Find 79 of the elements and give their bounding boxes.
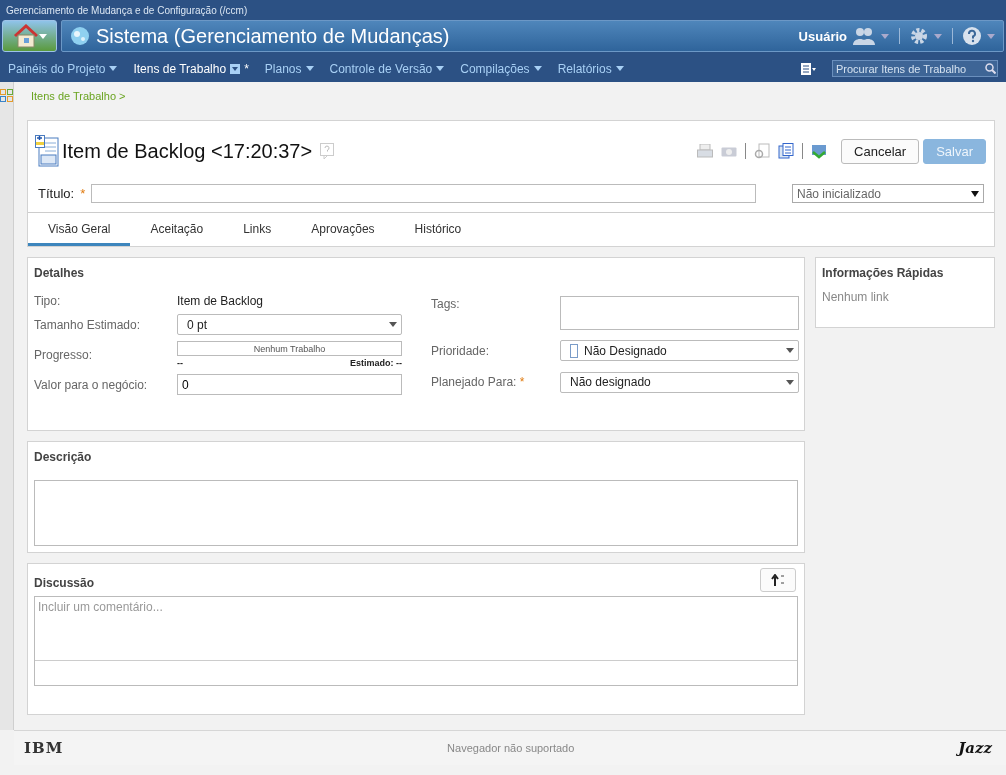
grid-icon[interactable] (0, 89, 13, 102)
panel-heading: Informações Rápidas (822, 266, 945, 280)
caret-icon (533, 66, 542, 71)
list-icon[interactable] (800, 62, 816, 75)
search-field[interactable]: Procurar Itens de Trabalho (832, 60, 998, 77)
priority-dropdown[interactable]: Não Designado (560, 340, 799, 362)
work-item-title: Item de Backlog <17:20:37> (62, 139, 313, 163)
quick-info-text: Nenhum link (822, 290, 890, 304)
field-label: Planejado Para: (431, 375, 517, 390)
progress-note: -- (177, 358, 183, 368)
sort-button[interactable] (760, 568, 796, 592)
camera-icon[interactable] (721, 145, 738, 157)
caret-icon (109, 66, 118, 71)
document-search-icon[interactable] (754, 143, 771, 159)
field-label: Tags: (431, 297, 461, 311)
caret-icon (436, 66, 445, 71)
company-logo: IBM (24, 739, 64, 757)
panel-heading: Descrição (34, 450, 93, 464)
sort-icon (771, 574, 785, 586)
globe-icon (70, 26, 90, 46)
documents-icon[interactable] (778, 143, 795, 159)
caret-icon (881, 33, 889, 39)
nav-menu[interactable]: Planos (264, 61, 314, 76)
nav-menu[interactable]: Compilações (460, 61, 542, 76)
field-label: Prioridade: (431, 344, 491, 358)
required-mark: * (519, 375, 525, 390)
window-title: Gerenciamento de Mudança e de Configuração (/ccm) (6, 4, 248, 16)
search-icon (985, 63, 996, 74)
state-dropdown[interactable]: Não inicializado (792, 184, 984, 203)
printer-icon[interactable] (697, 144, 714, 158)
tab[interactable]: Links (223, 213, 292, 246)
footer-message: Navegador não suportado (447, 742, 575, 754)
comment-field[interactable]: Incluir um comentário... (34, 596, 798, 686)
nav-menu[interactable]: Itens de Trabalho * (133, 61, 249, 76)
dropdown-icon (230, 63, 241, 74)
select-dropdown[interactable]: Não designado (560, 371, 799, 393)
select-dropdown[interactable]: 0 pt (177, 314, 402, 335)
caret-icon (38, 33, 47, 39)
panel-heading: Discussão (34, 576, 95, 590)
tags-field[interactable] (560, 296, 799, 331)
caret-icon (971, 190, 979, 197)
tab[interactable]: Aprovações (291, 213, 395, 246)
field-label: Tamanho Estimado: (34, 317, 142, 332)
nav-menu[interactable]: Painéis do Projeto (8, 61, 118, 76)
nav-menu[interactable]: Relatórios (557, 61, 624, 76)
settings-icon[interactable] (910, 27, 928, 45)
description-field[interactable] (34, 480, 798, 546)
caret-icon (615, 66, 624, 71)
field-value: Item de Backlog (177, 294, 265, 308)
title-input-field[interactable] (91, 184, 756, 203)
panel-heading: Detalhes (34, 266, 86, 280)
product-logo: Jazz (958, 739, 993, 757)
user-name[interactable]: Usuário (798, 28, 847, 44)
house-icon (12, 24, 39, 48)
field-label: Progresso: (34, 347, 94, 362)
cancel-button[interactable]: Cancelar (841, 138, 920, 164)
nav-menu[interactable]: Controle de Versão (329, 61, 445, 76)
people-icon[interactable] (853, 27, 875, 45)
tab[interactable]: Histórico (394, 213, 482, 246)
input-field[interactable]: 0 (177, 374, 402, 395)
priority-icon (570, 344, 578, 358)
caret-icon (786, 379, 794, 385)
caret-icon (987, 33, 995, 39)
work-status-text: Nenhum Trabalho (253, 343, 326, 354)
tab[interactable]: Visão Geral (28, 213, 131, 246)
help-icon[interactable] (963, 27, 981, 45)
application-title: Sistema (Gerenciamento de Mudanças) (96, 24, 451, 48)
field-label: Título: (38, 186, 75, 201)
home-button[interactable] (2, 20, 57, 52)
caret-icon (934, 33, 942, 39)
required-mark: * (80, 186, 86, 201)
caret-icon (389, 322, 397, 327)
caret-icon (305, 66, 314, 71)
tab[interactable]: Aceitação (130, 213, 224, 246)
field-label: Tipo: (34, 294, 62, 308)
caret-icon (786, 348, 794, 354)
backlog-item-icon (35, 135, 59, 167)
estimate-note: Estimado: -- (350, 358, 402, 368)
field-label: Valor para o negócio: (34, 377, 149, 392)
